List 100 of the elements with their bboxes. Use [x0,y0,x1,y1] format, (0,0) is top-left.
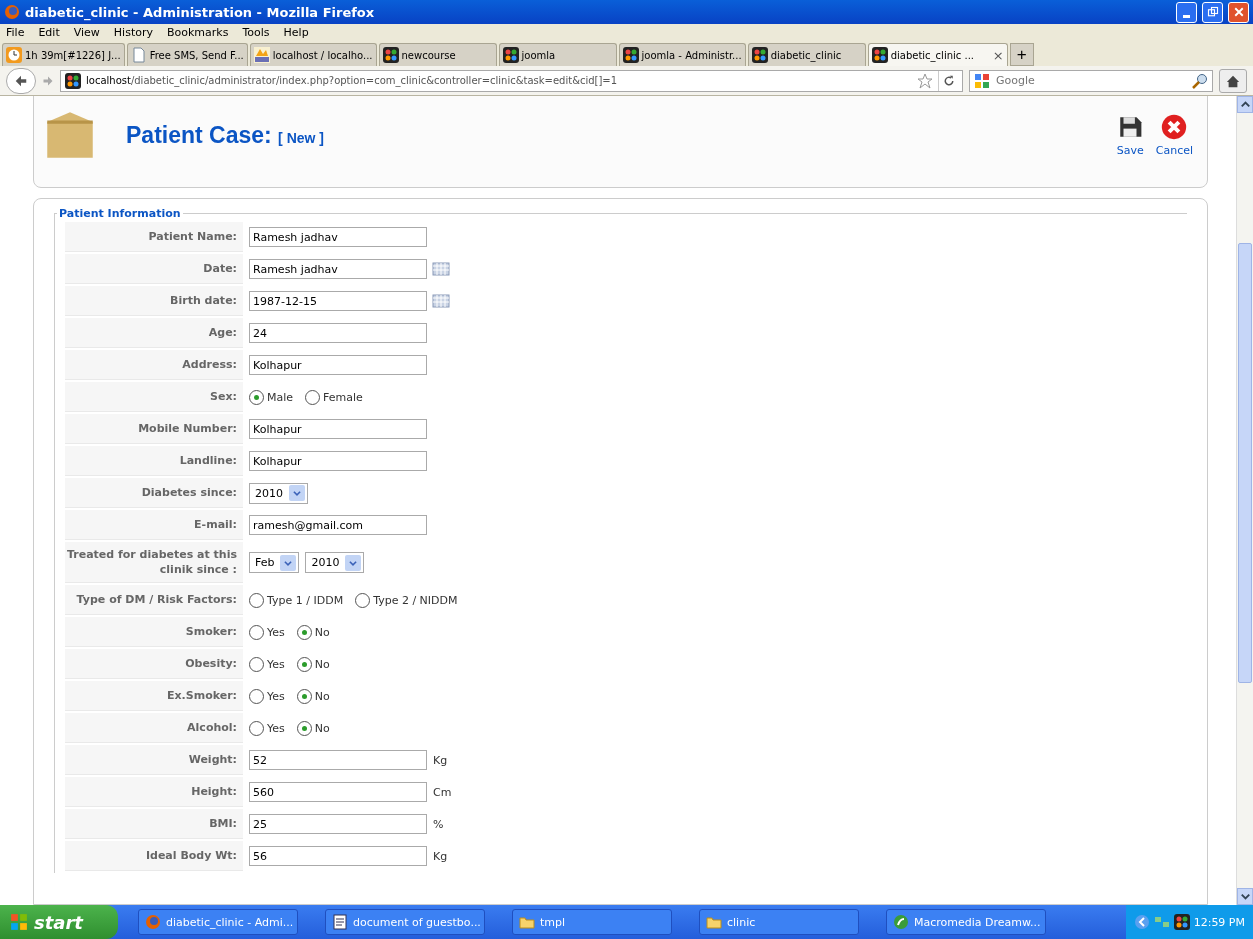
field-label: Obesity: [65,649,243,679]
text-field[interactable]: 560 [249,782,427,802]
menu-item[interactable]: History [113,25,153,39]
tab-title: newcourse [401,49,457,61]
reload-icon [942,74,955,87]
menu-item[interactable]: View [73,25,100,39]
browser-tab[interactable]: 1h 39m[#1226] J... [2,43,125,66]
menu-item[interactable]: Edit [38,25,60,39]
text-field[interactable]: ramesh@gmail.com [249,515,427,535]
text-field[interactable]: 25 [249,814,427,834]
browser-tab[interactable]: joomla [498,43,617,66]
toolbar-button[interactable]: Cancel [1149,113,1199,157]
dropdown[interactable]: 2010 [249,482,308,504]
radio-option[interactable]: Female [305,389,363,405]
back-button[interactable] [6,67,36,94]
taskbar-button[interactable]: clinic [699,909,859,935]
back-arrow-icon [14,73,28,88]
dropdown[interactable]: Feb [249,552,300,573]
new-tab-button[interactable]: + [1009,43,1034,66]
joomla-logo-icon [1173,914,1190,930]
taskbar-button[interactable]: tmpl [512,909,672,935]
unit-label: Cm [433,785,452,799]
taskbar-button[interactable]: Macromedia Dreamw... [886,909,1046,935]
browser-tab[interactable]: newcourse [378,43,497,66]
menu-item[interactable]: Bookmarks [167,25,229,39]
address-bar[interactable]: localhost/diabetic_clinic/administrator/index.php?option=com_clinic&controller=clinic&task=edit&cid[]=1 [60,69,963,92]
text-field[interactable]: 24 [249,323,427,343]
joomla-logo-icon [65,72,81,89]
field-label: Date: [65,254,243,284]
text-field[interactable]: Kolhapur [249,419,427,439]
radio-option[interactable]: Yes [249,624,285,640]
section-legend: Patient Information [57,207,183,220]
joomla-logo-icon [751,47,768,63]
field-label: Height: [65,777,243,807]
minimize-button[interactable] [1176,1,1197,23]
toolbar-button[interactable]: Save [1110,113,1150,157]
tab-title: joomla [521,49,557,61]
text-field[interactable]: 1987-12-15 [249,291,427,311]
close-icon [1232,6,1245,18]
field-label: Type of DM / Risk Factors: [65,585,243,615]
close-button[interactable] [1228,1,1249,23]
forward-arrow-icon [42,74,54,87]
tab-title: Free SMS, Send F... [149,49,244,61]
chevron-down-icon [292,488,302,498]
taskbar-button[interactable]: diabetic_clinic - Admi... [138,909,298,935]
joomla-logo-icon [871,47,888,63]
radio-option[interactable]: No [296,624,330,640]
unit-label: Kg [433,753,448,767]
browser-tab[interactable]: diabetic_clinic [747,43,866,66]
radio-option[interactable]: Yes [249,720,285,736]
text-field[interactable]: Kolhapur [249,355,427,375]
cancel-icon [1161,113,1188,140]
text-field[interactable]: Ramesh jadhav [249,259,427,279]
firefox-logo-icon [145,914,161,930]
menu-item[interactable]: Tools [242,25,270,39]
page-title: Patient Case: [ New ] [126,121,325,149]
joomla-logo-icon [382,47,399,63]
browser-tab[interactable]: diabetic_clinic ... × [867,43,1008,66]
network-icon [1153,914,1170,930]
google-logo-icon [974,72,990,89]
field-label: Mobile Number: [65,414,243,444]
menu-item[interactable]: Help [283,25,309,39]
search-box[interactable]: Google [969,69,1213,92]
document-icon [332,914,348,930]
search-field[interactable]: Google [994,73,1188,88]
radio-option[interactable]: Type 1 / IDDM [249,592,344,608]
radio-option[interactable]: No [296,720,330,736]
tab-title: localhost / localho... [272,49,373,61]
text-field[interactable]: 56 [249,846,427,866]
taskbar-button[interactable]: document of guestbo... [325,909,485,935]
menu-item[interactable]: File [6,25,25,39]
minimize-icon [1183,14,1190,18]
scrollbar[interactable] [1236,96,1253,905]
home-button[interactable] [1219,68,1247,93]
firefox-logo-icon [4,4,20,20]
windows-logo-icon [10,913,28,931]
field-label: Weight: [65,745,243,775]
field-label: Smoker: [65,617,243,647]
clock-icon [6,47,22,63]
text-field[interactable]: Ramesh jadhav [249,227,427,247]
dropdown[interactable]: 2010 [305,552,365,573]
joomla-logo-icon [502,47,519,63]
field-label: Age: [65,318,243,348]
browser-tab[interactable]: joomla - Administr... [618,43,746,66]
clock-text: 12:59 PM [1193,915,1245,929]
joomla-logo-icon [622,47,639,63]
radio-option[interactable]: No [296,656,330,672]
radio-option[interactable]: No [296,688,330,704]
tab-close-button[interactable]: × [992,47,1004,63]
browser-tab[interactable]: localhost / localho... [249,43,377,66]
folder-icon [706,914,722,930]
restore-button[interactable] [1202,1,1223,23]
radio-option[interactable]: Type 2 / NIDDM [355,592,458,608]
text-field[interactable]: 52 [249,750,427,770]
radio-option[interactable]: Male [249,389,294,405]
home-icon [1226,73,1240,88]
radio-option[interactable]: Yes [249,656,285,672]
text-field[interactable]: Kolhapur [249,451,427,471]
radio-option[interactable]: Yes [249,688,285,704]
browser-tab[interactable]: Free SMS, Send F... [126,43,248,66]
